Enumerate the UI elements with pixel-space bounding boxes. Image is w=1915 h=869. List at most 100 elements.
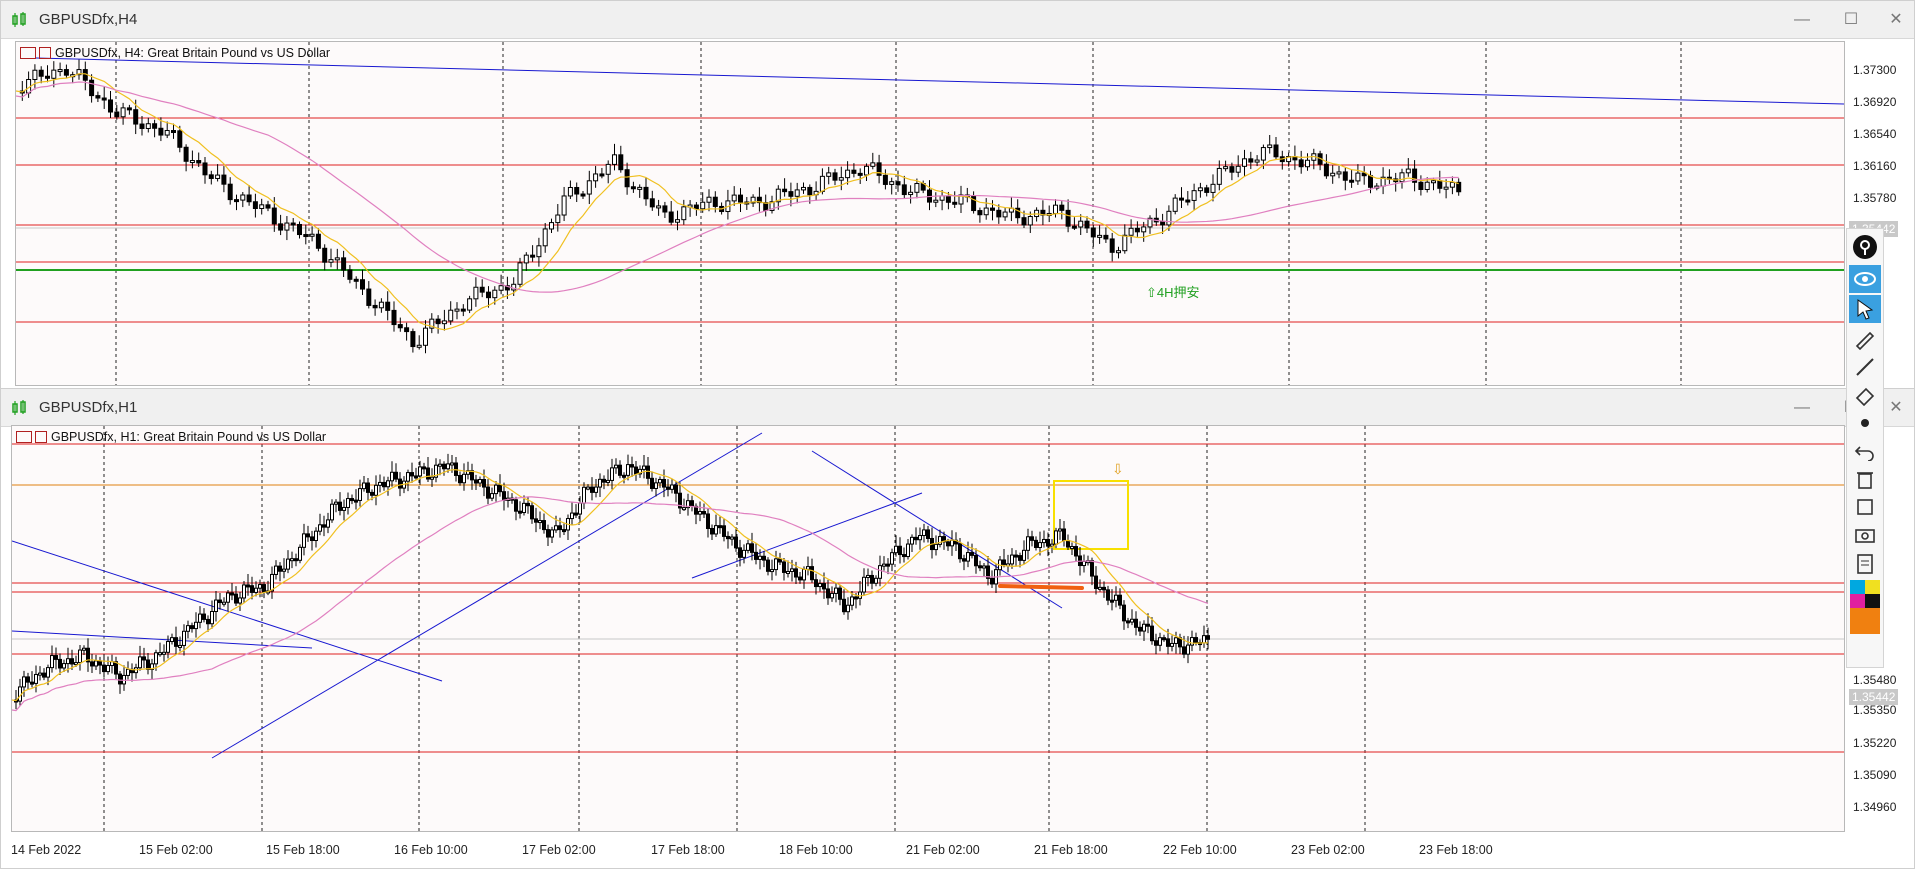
candle [234, 593, 238, 604]
window-titlebar-h1[interactable]: GBPUSDfx,H1 — ☐ ✕ [1, 389, 1914, 427]
chart-type-icon [35, 431, 47, 443]
candle [656, 205, 662, 209]
candle [605, 163, 611, 175]
candle [101, 97, 107, 101]
chart-canvas-h4[interactable] [16, 42, 1844, 385]
candle [302, 533, 306, 548]
candle [838, 587, 842, 600]
close-button[interactable]: ✕ [1881, 396, 1911, 420]
candle [1034, 539, 1038, 548]
candle [758, 555, 762, 560]
candle [914, 536, 918, 541]
candle [353, 278, 359, 282]
minimize-button[interactable]: — [1787, 396, 1817, 420]
chart-plot-h4[interactable]: GBPUSDfx, H4: Great Britain Pound vs US … [15, 41, 1845, 386]
pen-icon[interactable] [1849, 325, 1881, 353]
price-label: 1.35480 [1853, 673, 1897, 687]
candle [1254, 159, 1260, 163]
candle [782, 561, 786, 573]
candle [1026, 536, 1030, 551]
chart-info-h4: GBPUSDfx, H4: Great Britain Pound vs US … [20, 46, 330, 60]
candle [1059, 204, 1065, 211]
candle [1090, 560, 1094, 577]
candle [958, 543, 962, 560]
time-label: 21 Feb 18:00 [1034, 843, 1108, 857]
candle [271, 207, 277, 225]
candle [637, 186, 643, 190]
color-palette-icon[interactable] [1849, 579, 1881, 635]
candle [1022, 549, 1026, 561]
candle [630, 186, 636, 190]
candle [1186, 644, 1190, 655]
candle [1090, 227, 1096, 238]
candle [374, 484, 378, 496]
candle [570, 512, 574, 520]
price-label: 1.35090 [1853, 768, 1897, 782]
candle [1355, 172, 1361, 182]
candle [1431, 180, 1436, 184]
candle [1122, 234, 1128, 252]
candle [202, 162, 208, 176]
candle [322, 247, 328, 263]
clipboard-icon[interactable] [1849, 549, 1881, 577]
annotation-4h-label: ⇧4H押安 [1146, 285, 1200, 300]
candle [996, 209, 1002, 218]
line-icon[interactable] [1849, 353, 1881, 381]
candle [1002, 559, 1006, 565]
chart-canvas-h1[interactable]: ⇩ [12, 426, 1844, 831]
minimize-button[interactable]: — [1787, 8, 1817, 32]
candle [1138, 626, 1142, 632]
candle [215, 174, 221, 179]
candle [1267, 144, 1273, 149]
chart-info-text: GBPUSDfx, H1: Great Britain Pound vs US … [51, 430, 327, 444]
candle [1174, 637, 1178, 644]
candle [602, 478, 606, 483]
candle [1122, 604, 1126, 622]
restore-button[interactable]: ☐ [1836, 8, 1866, 32]
dot-icon[interactable] [1849, 409, 1881, 437]
chart-plot-h1[interactable]: ⇩ GBPUSDfx, H1: Great Britain Pound vs U… [11, 425, 1845, 832]
candle [822, 583, 826, 590]
candle [517, 262, 523, 285]
candle [490, 493, 494, 499]
candle [774, 558, 778, 571]
candle [878, 565, 882, 579]
candle [1170, 642, 1174, 647]
close-button[interactable]: ✕ [1881, 8, 1911, 32]
candle [700, 201, 706, 210]
pin-icon[interactable] [1849, 233, 1881, 261]
candle [886, 563, 890, 567]
candle [1399, 172, 1405, 183]
candle [1273, 144, 1279, 158]
candle [590, 486, 594, 493]
candle [62, 663, 66, 669]
candle [314, 530, 318, 542]
cursor-icon[interactable] [1849, 295, 1881, 323]
candle [558, 525, 562, 531]
candle [612, 154, 617, 165]
candle [90, 661, 94, 667]
candle [624, 169, 630, 188]
window-titlebar-h4[interactable]: GBPUSDfx,H4 — ☐ ✕ [1, 1, 1914, 39]
eye-icon[interactable] [1849, 265, 1881, 293]
candle [898, 545, 902, 556]
candle [698, 511, 702, 515]
template-icon[interactable] [1849, 493, 1881, 521]
candle [889, 181, 895, 185]
candle [410, 472, 414, 477]
time-label: 21 Feb 02:00 [906, 843, 980, 857]
eraser-icon[interactable] [1849, 381, 1881, 409]
candle [662, 205, 668, 213]
screenshot-icon[interactable] [1849, 521, 1881, 549]
undo-icon[interactable] [1849, 437, 1881, 465]
candle [166, 641, 170, 653]
candle [1223, 166, 1229, 170]
candle [448, 309, 454, 322]
candle [962, 558, 966, 562]
chart-info-h1: GBPUSDfx, H1: Great Britain Pound vs US … [16, 430, 326, 444]
candle [794, 568, 798, 578]
candle [842, 598, 846, 613]
candle [798, 576, 802, 581]
trash-icon[interactable] [1849, 465, 1881, 493]
candle [1118, 594, 1122, 606]
